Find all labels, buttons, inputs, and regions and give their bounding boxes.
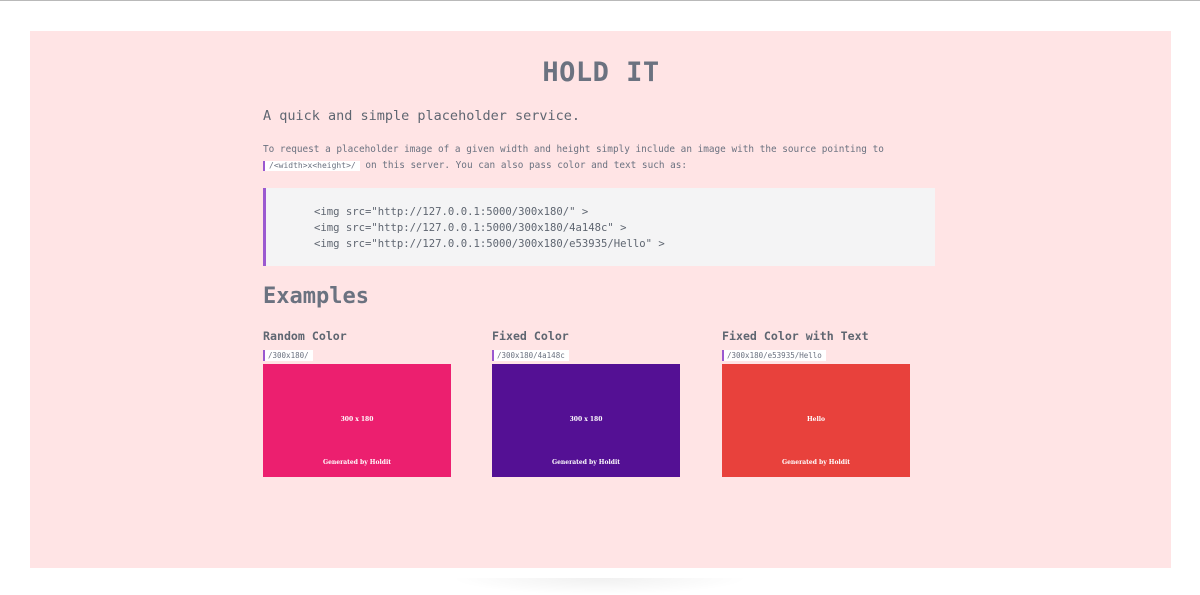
example-title: Fixed Color [492,329,569,343]
image-main-text: Hello [806,416,826,423]
code-line: <img src="http://127.0.0.1:5000/300x180/… [314,206,589,218]
image-footer-text: Generated by Holdit [551,459,620,466]
image-main-text: 300 x 180 [340,416,374,423]
main-panel: HOLD IT A quick and simple placeholder s… [30,31,1171,568]
code-line: <img src="http://127.0.0.1:5000/300x180/… [314,222,627,234]
example-image[interactable]: 300 x 180 Generated by Holdit [492,364,680,477]
bottom-shadow [450,578,750,595]
code-example-block: <img src="http://127.0.0.1:5000/300x180/… [263,188,935,266]
example-fixed-color: Fixed Color /300x180/4a148c 300 x 180 Ge… [492,329,680,477]
code-line: <img src="http://127.0.0.1:5000/300x180/… [314,238,665,250]
example-path: /300x180/ [263,350,313,361]
example-random-color: Random Color /300x180/ 300 x 180 Generat… [263,329,451,477]
intro-text-before: To request a placeholder image of a give… [263,144,884,155]
example-path: /300x180/4a148c [492,350,569,361]
examples-heading: Examples [263,284,369,309]
intro-paragraph: To request a placeholder image of a give… [263,142,939,173]
example-path: /300x180/e53935/Hello [722,350,826,361]
example-fixed-color-with-text: Fixed Color with Text /300x180/e53935/He… [722,329,910,477]
window-top-border [0,0,1200,1]
example-image[interactable]: 300 x 180 Generated by Holdit [263,364,451,477]
image-footer-text: Generated by Holdit [322,459,391,466]
page-title: HOLD IT [542,57,660,88]
example-title: Fixed Color with Text [722,329,869,343]
image-footer-text: Generated by Holdit [781,459,850,466]
url-pattern-code: /<width>x<height>/ [263,160,360,171]
intro-text-after: on this server. You can also pass color … [365,159,688,171]
example-title: Random Color [263,329,347,343]
tagline: A quick and simple placeholder service. [263,108,580,124]
example-image[interactable]: Hello Generated by Holdit [722,364,910,477]
image-main-text: 300 x 180 [569,416,603,423]
